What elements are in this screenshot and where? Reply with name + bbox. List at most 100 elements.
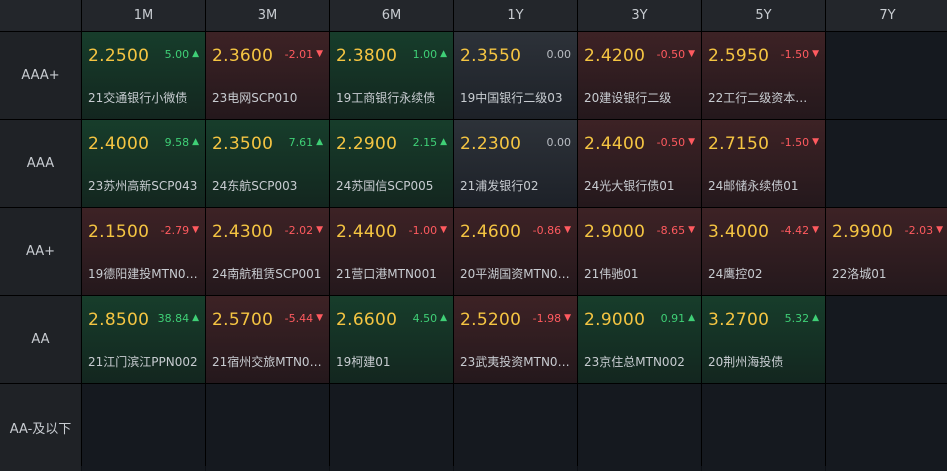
change-value: 2.15 <box>412 136 438 149</box>
yield-change: 2.15 ▲ <box>413 136 447 149</box>
bond-cell[interactable]: 2.2500 5.00 ▲ 21交通银行小微债 <box>82 32 205 119</box>
bond-cell[interactable]: 2.3550 0.00 19中国银行二级03 <box>454 32 577 119</box>
bond-name: 21交通银行小微债 <box>88 91 188 105</box>
bond-yield: 2.3550 <box>460 46 522 66</box>
change-value: -1.50 <box>780 136 810 149</box>
bond-cell[interactable]: 2.8500 38.84 ▲ 21江门滨江PPN002 <box>82 296 205 383</box>
bond-cell[interactable]: 3.4000 -4.42 ▼ 24鹰控02 <box>702 208 825 295</box>
yield-change: 7.61 ▲ <box>289 136 323 149</box>
column-header-5y[interactable]: 5Y <box>702 0 825 31</box>
change-value: 9.58 <box>164 136 190 149</box>
bond-cell[interactable]: 2.4400 -1.00 ▼ 21营口港MTN001 <box>330 208 453 295</box>
yield-change: -2.02 ▼ <box>285 224 323 237</box>
bond-yield: 2.4600 <box>460 222 522 242</box>
yield-change: -2.01 ▼ <box>285 48 323 61</box>
bond-yield: 3.2700 <box>708 310 770 330</box>
bond-cell[interactable]: 2.4400 -0.50 ▼ 24光大银行债01 <box>578 120 701 207</box>
yield-change: -1.00 ▼ <box>409 224 447 237</box>
bond-cell[interactable]: 2.4000 9.58 ▲ 23苏州高新SCP043 <box>82 120 205 207</box>
bond-cell[interactable]: 2.5200 -1.98 ▼ 23武夷投资MTN0… <box>454 296 577 383</box>
row-label: AA+ <box>0 208 81 295</box>
bond-cell[interactable]: 2.5950 -1.50 ▼ 22工行二级资本债… <box>702 32 825 119</box>
triangle-up-icon: ▲ <box>316 137 323 147</box>
bond-cell[interactable]: 2.3600 -2.01 ▼ 23电网SCP010 <box>206 32 329 119</box>
column-header-1m[interactable]: 1M <box>82 0 205 31</box>
yield-change: 1.00 ▲ <box>413 48 447 61</box>
bond-yield: 2.8500 <box>88 310 150 330</box>
change-value: 4.50 <box>412 312 438 325</box>
triangle-up-icon: ▲ <box>192 137 199 147</box>
triangle-down-icon: ▼ <box>564 225 571 235</box>
bond-yield: 2.2900 <box>336 134 398 154</box>
bond-yield: 2.5950 <box>708 46 770 66</box>
bond-name: 19工商银行永续债 <box>336 91 436 105</box>
bond-name: 22洛城01 <box>832 267 887 281</box>
bond-cell[interactable]: 2.2300 0.00 21浦发银行02 <box>454 120 577 207</box>
bond-yield: 2.6600 <box>336 310 398 330</box>
bond-yield: 2.5200 <box>460 310 522 330</box>
column-header-7y[interactable]: 7Y <box>826 0 947 31</box>
change-value: 38.84 <box>157 312 190 325</box>
bond-cell[interactable]: 2.4200 -0.50 ▼ 20建设银行二级 <box>578 32 701 119</box>
change-value: 0.00 <box>546 136 572 149</box>
bond-name: 24邮储永续债01 <box>708 179 799 193</box>
bond-yield: 2.2500 <box>88 46 150 66</box>
row-label: AA-及以下 <box>0 384 81 471</box>
bond-name: 21江门滨江PPN002 <box>88 355 198 369</box>
change-value: 5.00 <box>164 48 190 61</box>
triangle-down-icon: ▼ <box>812 225 819 235</box>
bond-cell[interactable]: 2.9000 0.91 ▲ 23京住总MTN002 <box>578 296 701 383</box>
column-header-3y[interactable]: 3Y <box>578 0 701 31</box>
bond-cell[interactable]: 2.3500 7.61 ▲ 24东航SCP003 <box>206 120 329 207</box>
bond-cell[interactable]: 2.9000 -8.65 ▼ 21伟驰01 <box>578 208 701 295</box>
bond-cell[interactable]: 2.9900 -2.03 ▼ 22洛城01 <box>826 208 947 295</box>
bond-cell[interactable]: 2.3800 1.00 ▲ 19工商银行永续债 <box>330 32 453 119</box>
triangle-up-icon: ▲ <box>440 49 447 59</box>
column-header-6m[interactable]: 6M <box>330 0 453 31</box>
bond-name: 23京住总MTN002 <box>584 355 685 369</box>
change-value: 1.00 <box>412 48 438 61</box>
row-label: AAA+ <box>0 32 81 119</box>
yield-change: -0.86 ▼ <box>533 224 571 237</box>
empty-cell <box>82 384 205 471</box>
yield-change: -0.50 ▼ <box>657 48 695 61</box>
empty-cell <box>826 32 947 119</box>
triangle-down-icon: ▼ <box>440 225 447 235</box>
change-value: -0.50 <box>656 136 686 149</box>
yield-change: -1.50 ▼ <box>781 136 819 149</box>
bond-cell[interactable]: 2.5700 -5.44 ▼ 21宿州交旅MTN0… <box>206 296 329 383</box>
change-value: -2.02 <box>284 224 314 237</box>
bond-name: 19德阳建投MTN0… <box>88 267 198 281</box>
yield-change: 5.00 ▲ <box>165 48 199 61</box>
bond-yield: 2.4400 <box>584 134 646 154</box>
bond-cell[interactable]: 2.7150 -1.50 ▼ 24邮储永续债01 <box>702 120 825 207</box>
change-value: 0.91 <box>660 312 686 325</box>
bond-cell[interactable]: 2.1500 -2.79 ▼ 19德阳建投MTN0… <box>82 208 205 295</box>
bond-yield: 2.4400 <box>336 222 398 242</box>
bond-cell[interactable]: 2.4300 -2.02 ▼ 24南航租赁SCP001 <box>206 208 329 295</box>
triangle-down-icon: ▼ <box>688 225 695 235</box>
bond-name: 22工行二级资本债… <box>708 91 819 105</box>
triangle-down-icon: ▼ <box>316 225 323 235</box>
triangle-up-icon: ▲ <box>192 49 199 59</box>
bond-name: 20荆州海投债 <box>708 355 784 369</box>
triangle-down-icon: ▼ <box>316 313 323 323</box>
bond-name: 20建设银行二级 <box>584 91 672 105</box>
column-header-1y[interactable]: 1Y <box>454 0 577 31</box>
change-value: -0.86 <box>532 224 562 237</box>
bond-name: 23苏州高新SCP043 <box>88 179 198 193</box>
bond-yield: 2.4300 <box>212 222 274 242</box>
bond-cell[interactable]: 2.6600 4.50 ▲ 19柯建01 <box>330 296 453 383</box>
triangle-down-icon: ▼ <box>812 49 819 59</box>
column-header-3m[interactable]: 3M <box>206 0 329 31</box>
change-value: -4.42 <box>780 224 810 237</box>
bond-cell[interactable]: 3.2700 5.32 ▲ 20荆州海投债 <box>702 296 825 383</box>
change-value: -5.44 <box>284 312 314 325</box>
yield-change: 4.50 ▲ <box>413 312 447 325</box>
bond-cell[interactable]: 2.2900 2.15 ▲ 24苏国信SCP005 <box>330 120 453 207</box>
change-value: 0.00 <box>546 48 572 61</box>
yield-change: 0.00 <box>547 136 572 149</box>
bond-name: 23武夷投资MTN0… <box>460 355 570 369</box>
bond-yield: 2.9900 <box>832 222 894 242</box>
bond-cell[interactable]: 2.4600 -0.86 ▼ 20平湖国资MTN0… <box>454 208 577 295</box>
